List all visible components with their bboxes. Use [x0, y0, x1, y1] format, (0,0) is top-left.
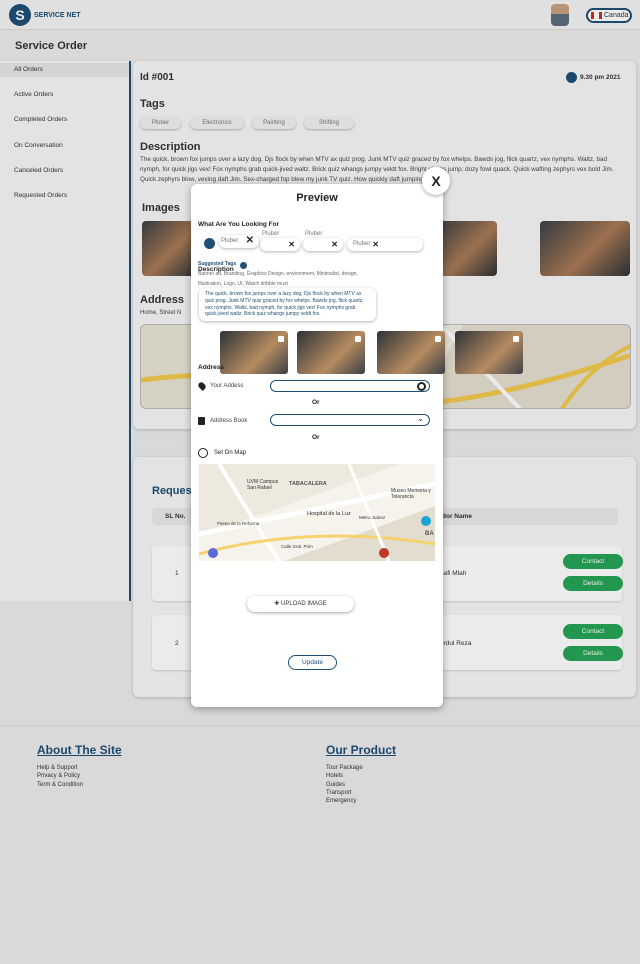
trash-icon[interactable]	[355, 336, 361, 342]
address-book-icon	[198, 417, 205, 425]
looking-for-label: What Are You Looking For	[198, 221, 280, 228]
map-marker[interactable]	[208, 548, 218, 558]
remove-icon[interactable]: ✕	[372, 238, 379, 251]
location-map[interactable]: TABACALERA UVM Campus San Rafael Hospita…	[199, 464, 435, 561]
tag-chip[interactable]: ✕	[260, 238, 300, 251]
search-icon[interactable]	[204, 238, 215, 249]
close-button[interactable]: X	[422, 167, 450, 195]
map-marker[interactable]	[421, 516, 431, 526]
search-chip[interactable]: Pluber ✕	[219, 235, 259, 248]
preview-image[interactable]	[220, 331, 288, 374]
search-chip-text: Pluber	[221, 238, 239, 244]
map-marker[interactable]	[379, 548, 389, 558]
remove-icon[interactable]: ✕	[288, 238, 295, 251]
upload-label: UPLOAD IMAGE	[281, 601, 327, 607]
chip-label: Pluber	[262, 231, 280, 237]
your-address-input[interactable]	[270, 380, 430, 392]
address-book-select[interactable]: ⌄	[270, 414, 430, 426]
locate-icon[interactable]	[417, 382, 426, 391]
remove-icon[interactable]: ✕	[246, 234, 254, 247]
map-search-icon	[198, 448, 208, 458]
preview-image[interactable]	[455, 331, 523, 374]
chevron-down-icon: ⌄	[417, 414, 424, 423]
trash-icon[interactable]	[278, 336, 284, 342]
preview-image[interactable]	[297, 331, 365, 374]
map-label: TABACALERA	[289, 481, 327, 487]
update-button[interactable]: Update	[288, 655, 337, 670]
preview-image[interactable]	[377, 331, 445, 374]
suggested-tags-text: Banner ad, Branding, Graphics Design, en…	[198, 271, 358, 287]
map-label: Paseo de la Reforma	[217, 521, 260, 526]
upload-image-button[interactable]: ✚ UPLOAD IMAGE	[247, 596, 354, 612]
info-icon[interactable]	[240, 262, 247, 269]
map-label: Calle Gral. Prim	[281, 544, 313, 549]
address-book-label: Address Book	[210, 418, 248, 424]
map-label: Metro Juárez	[359, 515, 386, 520]
trash-icon[interactable]	[435, 336, 441, 342]
description-box[interactable]: The quick, brown fox jumps over a lazy d…	[199, 288, 376, 321]
map-label: Hospital de la Luz	[307, 511, 351, 517]
trash-icon[interactable]	[513, 336, 519, 342]
tag-chip[interactable]: ✕	[303, 238, 343, 251]
your-address-label: Your Addess	[210, 383, 244, 389]
chip-label: Pluber	[305, 231, 323, 237]
address-label: Address	[198, 364, 225, 371]
remove-icon[interactable]: ✕	[331, 238, 338, 251]
or-divider: Or	[312, 399, 320, 406]
map-label: Museo Memoria y Tolerancia	[391, 488, 431, 500]
modal-title: Preview	[296, 192, 338, 204]
map-label: BA	[425, 531, 434, 537]
tag-chip[interactable]: Pluber ✕	[347, 238, 423, 251]
tag-chip-text: Pluber	[353, 241, 371, 247]
plus-icon: ✚	[274, 601, 280, 607]
map-label: UVM Campus San Rafael	[247, 479, 279, 491]
or-divider: Or	[312, 434, 320, 441]
set-on-map-label: Set On Map	[214, 450, 247, 456]
